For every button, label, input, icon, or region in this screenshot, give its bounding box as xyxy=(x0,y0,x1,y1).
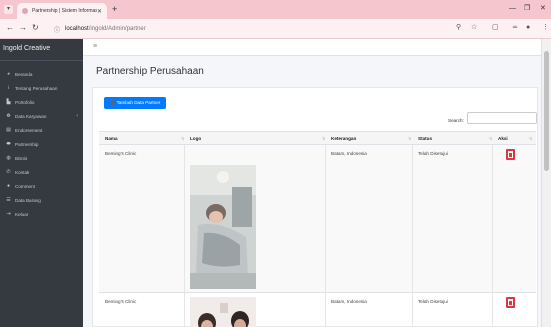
partner-logo-image xyxy=(190,165,256,289)
sidebar-item-label: Portofolio xyxy=(15,99,35,105)
sidebar-item-beranda[interactable]: ◕ Beranda xyxy=(0,67,83,81)
comment-icon: ● xyxy=(6,183,11,189)
side-panel-icon[interactable]: ▢ xyxy=(492,23,499,33)
add-partner-button[interactable]: ➕ Tambah Data Partner xyxy=(104,97,166,109)
table-row: Beming's Clinic Batam, Indonesia Telah D… xyxy=(99,293,536,327)
sidebar-item-label: Bisnis xyxy=(15,155,28,161)
close-window-icon[interactable]: ✕ xyxy=(540,4,546,14)
sidebar: Ingold Creative ◕ Beranda ⅰ Tentang Perusa… xyxy=(0,39,83,327)
handshake-icon: ⬬ xyxy=(6,141,11,147)
sort-icon[interactable]: ⇅ xyxy=(529,132,532,146)
add-partner-label: Tambah Data Partner xyxy=(116,100,161,105)
column-header-logo[interactable]: Logo xyxy=(184,132,201,146)
extensions-icon[interactable]: ≂ xyxy=(512,23,518,33)
search-input[interactable] xyxy=(467,112,537,124)
tab-search-icon[interactable]: ▾ xyxy=(4,5,13,14)
profile-icon[interactable]: ● xyxy=(526,23,530,33)
sidebar-item-endorsement[interactable]: ▤ Endorsement xyxy=(0,123,83,137)
portfolio-icon: ▙ xyxy=(6,99,11,105)
sidebar-item-data-karyawan[interactable]: ☸ Data Karyawan ‹ xyxy=(0,109,83,123)
forward-icon[interactable]: → xyxy=(19,23,27,33)
sidebar-item-keluar[interactable]: ⇥ Keluar xyxy=(0,207,83,221)
sidebar-item-comment[interactable]: ● Comment xyxy=(0,179,83,193)
url-path: /ingold/Admin/partner xyxy=(88,26,146,32)
cell-keterangan: Batam, Indonesia xyxy=(331,151,367,156)
cell-status: Telah Disetujui xyxy=(418,299,448,304)
search-label: Search: xyxy=(448,118,464,123)
column-header-aksi[interactable]: Aksi xyxy=(492,132,508,146)
sidebar-item-data-barang[interactable]: ☰ Data Barang xyxy=(0,193,83,207)
sidebar-item-label: Keluar xyxy=(15,211,29,217)
trash-icon xyxy=(508,299,513,306)
page-title: Partnership Perusahaan xyxy=(96,66,204,77)
column-header-nama[interactable]: Nama xyxy=(99,132,118,146)
sidebar-item-bisnis[interactable]: ◍ Bisnis xyxy=(0,151,83,165)
site-info-icon[interactable]: ⓘ xyxy=(54,25,60,34)
user-plus-icon: ➕ xyxy=(109,100,116,105)
favicon-icon xyxy=(22,8,28,14)
sidebar-item-kontak[interactable]: ✆ Kontak xyxy=(0,165,83,179)
list-icon: ☰ xyxy=(6,197,11,203)
url-host: localhost xyxy=(65,26,89,32)
sidebar-item-label: Data Barang xyxy=(15,197,41,203)
main-content: ≡ Partnership Perusahaan ➕ Tambah Data P… xyxy=(83,39,541,327)
cell-nama: Beming's Clinic xyxy=(105,151,137,156)
cell-nama: Beming's Clinic xyxy=(105,299,137,304)
cell-keterangan: Batam, Indonesia xyxy=(331,299,367,304)
partner-table: Nama ⇅ Logo ⇅ Keterangan ⇅ Status ⇅ Aksi… xyxy=(99,131,536,327)
info-icon: ⅰ xyxy=(7,85,10,91)
table-header: Nama ⇅ Logo ⇅ Keterangan ⇅ Status ⇅ Aksi… xyxy=(99,131,536,145)
sidebar-menu: ◕ Beranda ⅰ Tentang Perusahaan ▙ Portofolio… xyxy=(0,61,83,221)
browser-tab-bar: ▾ Partnership | Sistem Informasi... ✕ + … xyxy=(0,0,551,19)
partner-logo-image xyxy=(190,297,256,327)
sidebar-item-label: Partnership xyxy=(15,141,39,147)
content-card: ➕ Tambah Data Partner Search: Nama ⇅ Log… xyxy=(92,87,538,327)
browser-tab[interactable]: Partnership | Sistem Informasi... ✕ xyxy=(17,3,107,19)
zoom-icon[interactable]: ⚲ xyxy=(456,23,461,33)
business-icon: ◍ xyxy=(6,155,11,161)
endorsement-icon: ▤ xyxy=(6,127,11,133)
back-icon[interactable]: ← xyxy=(6,23,14,33)
tab-close-icon[interactable]: ✕ xyxy=(97,8,102,15)
page-scrollbar[interactable] xyxy=(541,39,551,327)
table-row: Beming's Clinic Batam, Indonesia Telah D… xyxy=(99,145,536,293)
column-header-keterangan[interactable]: Keterangan xyxy=(325,132,356,146)
minimize-icon[interactable]: — xyxy=(509,4,516,14)
url-field[interactable]: ⓘ localhost /ingold/Admin/partner xyxy=(54,22,474,36)
cell-status: Telah Disetujui xyxy=(418,151,448,156)
sidebar-item-label: Data Karyawan xyxy=(15,113,47,119)
hamburger-menu-icon[interactable]: ≡ xyxy=(93,43,97,51)
delete-button[interactable] xyxy=(506,149,515,160)
top-navbar: ≡ xyxy=(83,39,541,56)
users-icon: ☸ xyxy=(6,113,11,119)
column-header-status[interactable]: Status xyxy=(412,132,432,146)
bookmark-star-icon[interactable]: ☆ xyxy=(471,23,477,33)
browser-menu-icon[interactable]: ⋮ xyxy=(542,23,549,33)
reload-icon[interactable]: ↻ xyxy=(32,23,39,33)
sidebar-item-partnership[interactable]: ⬬ Partnership xyxy=(0,137,83,151)
trash-icon xyxy=(508,151,513,158)
sort-icon[interactable]: ⇅ xyxy=(408,132,411,146)
sidebar-item-tentang-perusahaan[interactable]: ⅰ Tentang Perusahaan xyxy=(0,81,83,95)
sidebar-item-label: Endorsement xyxy=(15,127,43,133)
logout-icon: ⇥ xyxy=(6,211,11,217)
tab-title: Partnership | Sistem Informasi... xyxy=(32,8,97,14)
sidebar-item-label: Tentang Perusahaan xyxy=(15,85,58,91)
sidebar-item-label: Beranda xyxy=(15,71,33,77)
brand-link[interactable]: Ingold Creative xyxy=(0,39,83,61)
delete-button[interactable] xyxy=(506,297,515,308)
scrollbar-thumb[interactable] xyxy=(544,51,549,171)
chevron-left-icon: ‹ xyxy=(76,113,78,119)
new-tab-icon[interactable]: + xyxy=(112,4,117,14)
address-bar: ← → ↻ ⓘ localhost /ingold/Admin/partner … xyxy=(0,19,551,39)
sidebar-item-portofolio[interactable]: ▙ Portofolio xyxy=(0,95,83,109)
phone-icon: ✆ xyxy=(6,169,11,175)
sidebar-item-label: Kontak xyxy=(15,169,30,175)
maximize-icon[interactable]: ❐ xyxy=(524,4,530,14)
sidebar-item-label: Comment xyxy=(15,183,35,189)
dashboard-icon: ◕ xyxy=(6,71,11,77)
